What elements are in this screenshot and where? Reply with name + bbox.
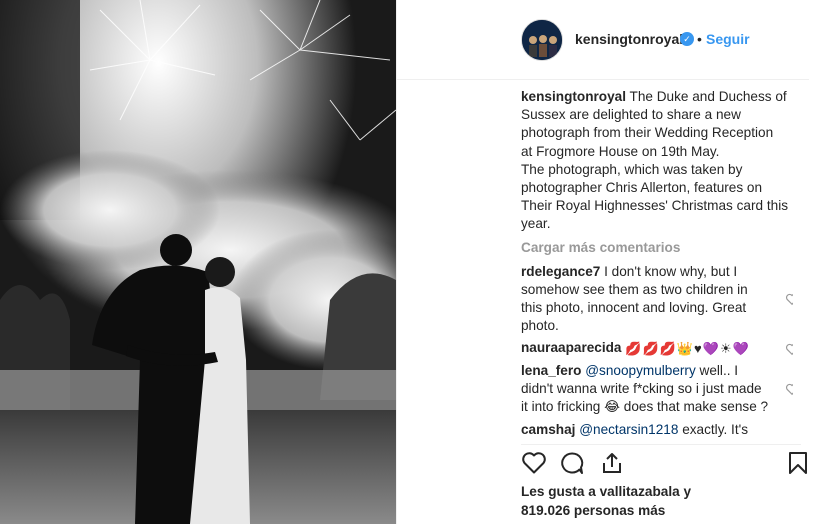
likes-line: Les gusta a vallitazabala y (521, 484, 692, 499)
comments-list[interactable]: kensingtonroyal The Duke and Duchess of … (521, 88, 793, 440)
comment-item: nauraaparecida 💋💋💋👑♥💜☀💜 (521, 339, 793, 358)
post-photo-image (0, 0, 396, 524)
comment-emojis: 💋💋💋👑♥💜☀💜 (625, 340, 750, 358)
avatar-image (522, 20, 562, 60)
caption-line: photographer Chris Allerton, features on (521, 180, 763, 196)
kiss-emoji-icon: 💋 (659, 340, 676, 356)
caption-line: The Duke and Duchess of (629, 89, 787, 104)
comment-username[interactable]: camshaj (521, 422, 575, 437)
heart-emoji-icon: ♥ (694, 340, 702, 356)
comment-mention[interactable]: @nectarsin1218 (579, 422, 678, 437)
kiss-emoji-icon: 💋 (625, 340, 642, 356)
comment-bubble-icon[interactable] (559, 451, 585, 475)
post-caption: kensingtonroyal The Duke and Duchess of … (521, 88, 793, 234)
post-photo[interactable] (0, 0, 396, 524)
caption-username[interactable]: kensingtonroyal (521, 89, 626, 104)
comment-like-heart-icon[interactable] (785, 342, 793, 356)
post-side-panel: kensingtonroyal ✓ • Seguir kensingtonroy… (396, 0, 813, 524)
crown-emoji-icon: 👑 (676, 340, 694, 356)
post-header: kensingtonroyal ✓ • Seguir (397, 0, 809, 80)
comment-item: camshaj @nectarsin1218 exactly. It's (521, 421, 793, 439)
comment-like-heart-icon[interactable] (785, 382, 793, 396)
laughing-emoji-icon: 😂 (604, 399, 620, 415)
header-separator: • (697, 31, 702, 47)
heart-outline-icon[interactable] (521, 451, 547, 475)
caption-line: The photograph, which was taken by (521, 161, 743, 177)
avatar[interactable] (521, 19, 563, 61)
verified-badge-icon: ✓ (680, 32, 694, 46)
caption-line: at Frogmore House on 19th May. (521, 143, 720, 159)
likes-line: 819.026 personas más (521, 503, 666, 518)
comment-text: does that make sense ? (623, 399, 769, 415)
likes-summary[interactable]: Les gusta a vallitazabala y 819.026 pers… (521, 482, 801, 520)
caption-line: photograph from their Wedding Reception (521, 125, 774, 141)
comment-like-heart-icon[interactable] (785, 292, 793, 306)
caption-line: year. (521, 216, 551, 232)
sun-emoji-icon: ☀ (719, 340, 732, 356)
header-username[interactable]: kensingtonroyal (575, 31, 683, 47)
comment-item: lena_fero @snoopymulberry well.. I didn'… (521, 362, 793, 417)
load-more-comments-button[interactable]: Cargar más comentarios (521, 240, 793, 255)
purple-heart-emoji-icon: 💜 (732, 340, 749, 356)
comment-mention[interactable]: @snoopymulberry (585, 363, 696, 378)
caption-line: Their Royal Highnesses' Christmas card t… (521, 198, 789, 214)
comment-item: rdelegance7 I don't know why, but I some… (521, 263, 793, 336)
comment-username[interactable]: rdelegance7 (521, 264, 600, 279)
purple-heart-emoji-icon: 💜 (702, 340, 719, 356)
caption-line: Sussex are delighted to share a new (521, 107, 741, 123)
follow-button[interactable]: Seguir (706, 31, 750, 47)
comment-username[interactable]: nauraaparecida (521, 340, 622, 355)
action-bar (521, 444, 807, 478)
bookmark-icon[interactable] (787, 451, 809, 475)
comment-text: exactly. It's (682, 421, 748, 437)
kiss-emoji-icon: 💋 (642, 340, 659, 356)
share-icon[interactable] (599, 451, 625, 475)
comment-username[interactable]: lena_fero (521, 363, 581, 378)
